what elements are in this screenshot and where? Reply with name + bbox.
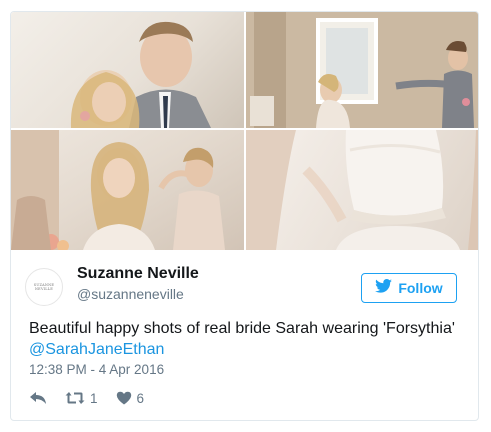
like-button[interactable]: 6	[116, 390, 145, 406]
retweet-icon	[65, 391, 85, 405]
follow-button-label: Follow	[398, 280, 443, 296]
tweet-text: Beautiful happy shots of real bride Sara…	[29, 318, 469, 360]
tweet-header: SUZANNE NEVILLE Suzanne Neville @suzanne…	[11, 250, 478, 318]
avatar-logo-text: SUZANNE NEVILLE	[33, 282, 55, 291]
tweet-mention-link[interactable]: @SarahJaneEthan	[29, 341, 164, 358]
tweet-timestamp[interactable]: 12:38 PM - 4 Apr 2016	[29, 362, 164, 377]
photo-couple-laughing[interactable]	[11, 12, 244, 128]
like-count: 6	[136, 390, 145, 406]
retweet-count: 1	[90, 390, 98, 406]
tweet-actions: 1 6	[29, 388, 162, 408]
author-handle[interactable]: @suzanneneville	[77, 286, 184, 302]
reply-icon	[29, 391, 47, 405]
photo-couple-holding-hands[interactable]	[246, 12, 478, 128]
photo-bride-hair-styling[interactable]	[11, 130, 244, 250]
twitter-bird-icon	[375, 278, 393, 298]
heart-icon	[116, 391, 132, 405]
photo-grid	[11, 12, 478, 250]
follow-button[interactable]: Follow	[361, 273, 457, 303]
embedded-tweet-card: SUZANNE NEVILLE Suzanne Neville @suzanne…	[10, 11, 479, 421]
author-avatar[interactable]: SUZANNE NEVILLE	[25, 268, 63, 306]
reply-button[interactable]	[29, 391, 47, 405]
photo-dress-detail[interactable]	[246, 130, 478, 250]
author-name[interactable]: Suzanne Neville	[77, 265, 199, 283]
tweet-body: Beautiful happy shots of real bride Sara…	[29, 320, 455, 337]
retweet-button[interactable]: 1	[65, 391, 98, 406]
